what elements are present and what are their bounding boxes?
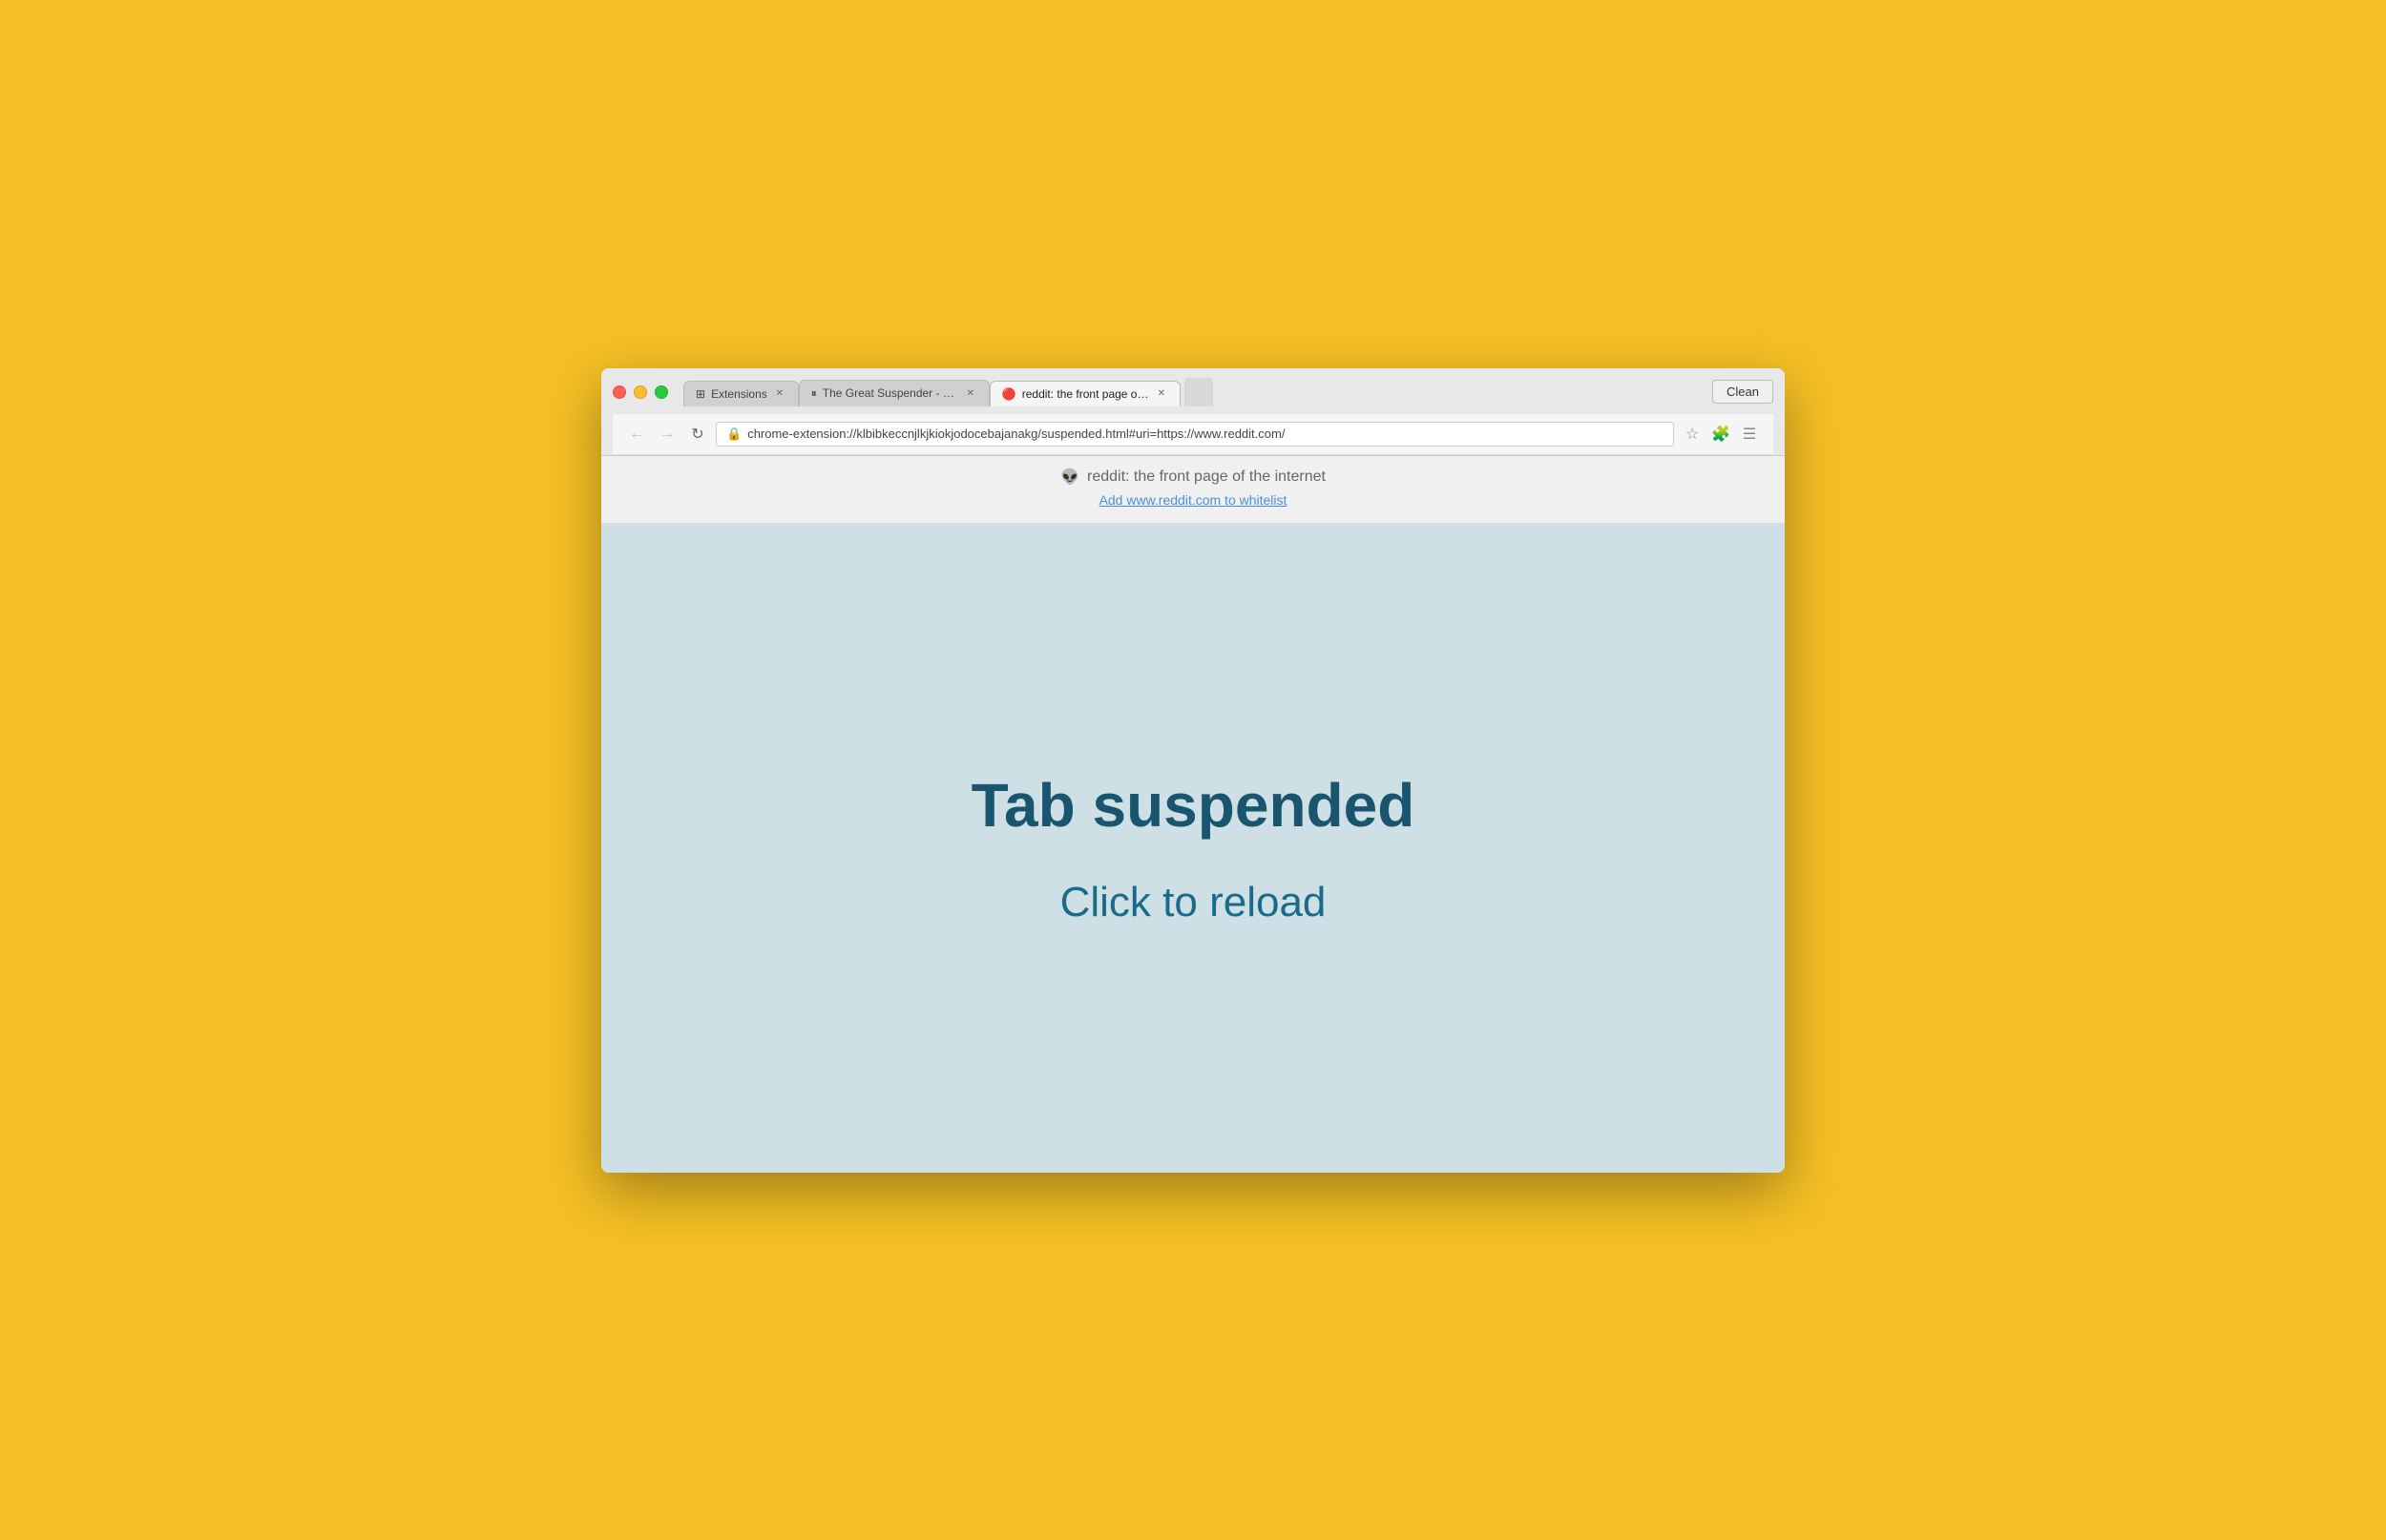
traffic-lights xyxy=(613,385,668,399)
close-button[interactable] xyxy=(613,385,626,399)
menu-icon[interactable]: ☰ xyxy=(1737,422,1762,447)
tab-extensions[interactable]: ⊞ Extensions ✕ xyxy=(683,381,799,406)
main-content[interactable]: Tab suspended Click to reload xyxy=(601,524,1785,1173)
great-suspender-tab-icon: ⏸ xyxy=(811,386,817,401)
extensions-tab-close[interactable]: ✕ xyxy=(773,387,786,401)
clean-button[interactable]: Clean xyxy=(1712,380,1773,404)
title-bar: ⊞ Extensions ✕ ⏸ The Great Suspender - C… xyxy=(601,368,1785,456)
address-bar-actions: ☆ 🧩 ☰ xyxy=(1680,422,1762,447)
reddit-icon: 👽 xyxy=(1060,468,1079,487)
great-suspender-tab-title: The Great Suspender - Ch… xyxy=(823,386,958,400)
site-title: 👽 reddit: the front page of the internet xyxy=(620,468,1766,487)
reddit-tab-title: reddit: the front page of th… xyxy=(1022,387,1149,401)
reddit-tab-icon: 🔴 xyxy=(1002,387,1016,401)
forward-button[interactable]: → xyxy=(655,422,680,447)
extensions-tab-title: Extensions xyxy=(711,387,767,401)
address-bar: ← → ↻ 🔒 chrome-extension://klbibkeccnjlk… xyxy=(613,414,1773,455)
great-suspender-tab-close[interactable]: ✕ xyxy=(964,386,977,400)
tab-reddit[interactable]: 🔴 reddit: the front page of th… ✕ xyxy=(990,381,1181,406)
new-tab-button[interactable] xyxy=(1184,378,1213,406)
reload-button[interactable]: ↻ xyxy=(685,422,710,447)
whitelist-link[interactable]: Add www.reddit.com to whitelist xyxy=(1099,492,1287,508)
url-secure-icon: 🔒 xyxy=(726,427,742,442)
minimize-button[interactable] xyxy=(634,385,647,399)
url-bar[interactable]: 🔒 chrome-extension://klbibkeccnjlkjkiokj… xyxy=(716,422,1674,447)
reddit-tab-close[interactable]: ✕ xyxy=(1155,387,1168,401)
url-text: chrome-extension://klbibkeccnjlkjkiokjod… xyxy=(747,427,1664,441)
click-to-reload-text: Click to reload xyxy=(1060,879,1327,926)
extensions-icon[interactable]: 🧩 xyxy=(1708,422,1733,447)
browser-window: ⊞ Extensions ✕ ⏸ The Great Suspender - C… xyxy=(601,368,1785,1173)
info-bar: 👽 reddit: the front page of the internet… xyxy=(601,456,1785,524)
tab-bar: ⊞ Extensions ✕ ⏸ The Great Suspender - C… xyxy=(683,378,1712,406)
tab-great-suspender[interactable]: ⏸ The Great Suspender - Ch… ✕ xyxy=(799,380,990,406)
maximize-button[interactable] xyxy=(655,385,668,399)
tab-suspended-heading: Tab suspended xyxy=(972,770,1415,841)
site-title-text: reddit: the front page of the internet xyxy=(1087,468,1326,486)
bookmark-icon[interactable]: ☆ xyxy=(1680,422,1705,447)
extensions-tab-icon: ⊞ xyxy=(696,387,705,401)
back-button[interactable]: ← xyxy=(624,422,649,447)
